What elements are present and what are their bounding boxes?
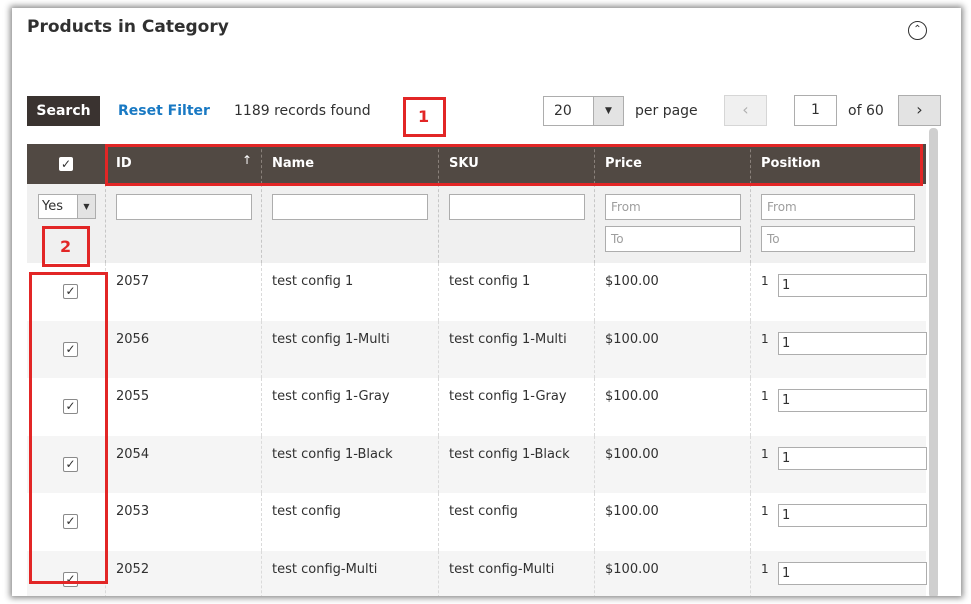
position-input[interactable]: 1 — [778, 446, 927, 470]
per-page-select[interactable]: 20 ▼ — [543, 96, 624, 126]
table-row[interactable]: ✓ 2053 test config test config $100.00 1 1 — [27, 493, 927, 551]
cell-sku: test config 1-Multi — [438, 320, 594, 378]
annotation-box-1-header — [105, 144, 923, 186]
position-wrapper: 11 — [761, 274, 927, 297]
previous-page-button[interactable]: ‹ — [724, 95, 767, 126]
cell-sku: test config-Multi — [438, 550, 594, 596]
products-in-category-panel: Products in Category ⌃ Search Reset Filt… — [12, 8, 961, 596]
position-wrapper: 11 — [761, 504, 927, 527]
cell-name: test config 1-Multi — [261, 320, 438, 378]
position-to-input[interactable]: To — [761, 226, 915, 252]
reset-filter-link[interactable]: Reset Filter — [118, 103, 210, 119]
cell-position: 11 — [750, 378, 927, 436]
price-from-input[interactable]: From — [605, 194, 741, 220]
annotation-box-2-checkboxes — [29, 272, 108, 584]
cell-price: $100.00 — [594, 550, 750, 596]
id-filter-input[interactable] — [116, 194, 252, 220]
cell-id: 2054 — [105, 435, 261, 493]
collapse-icon[interactable]: ⌃ — [908, 21, 927, 40]
table-row[interactable]: ✓ 2057 test config 1 test config 1 $100.00 1 1 — [27, 263, 927, 321]
per-page-value: 20 — [554, 103, 572, 119]
cell-position: 11 — [750, 263, 927, 321]
cell-sku: test config — [438, 493, 594, 551]
filter-cell-name — [261, 184, 438, 263]
cell-name: test config — [261, 493, 438, 551]
chevron-down-icon: ▼ — [77, 195, 95, 218]
position-wrapper: 11 — [761, 331, 927, 355]
cell-position: 11 — [750, 493, 927, 551]
cell-name: test config 1-Gray — [261, 378, 438, 436]
cell-position: 11 — [750, 550, 927, 596]
price-to-input[interactable]: To — [605, 226, 741, 252]
cell-id: 2056 — [105, 320, 261, 378]
annotation-label-2: 2 — [60, 237, 72, 256]
cell-name: test config 1 — [261, 263, 438, 321]
cell-sku: test config 1 — [438, 263, 594, 321]
in-category-filter-select[interactable]: Yes ▼ — [38, 194, 96, 219]
cell-sku: test config 1-Black — [438, 435, 594, 493]
position-label: 1 — [761, 504, 769, 518]
table-row[interactable]: ✓ 2054 test config 1-Black test config 1-Bl… — [27, 435, 927, 493]
cell-price: $100.00 — [594, 493, 750, 551]
table-row[interactable]: ✓ 2055 test config 1-Gray test config 1-Gra… — [27, 378, 927, 436]
position-label: 1 — [761, 446, 769, 461]
cell-id: 2053 — [105, 493, 261, 551]
position-input[interactable]: 1 — [778, 504, 927, 527]
position-label: 1 — [761, 389, 769, 403]
cell-name: test config-Multi — [261, 550, 438, 596]
table-row[interactable]: ✓ 2056 test config 1-Multi test config 1-Mu… — [27, 320, 927, 378]
filter-cell-position: From To — [750, 184, 926, 263]
in-category-filter-value: Yes — [42, 199, 63, 214]
search-button[interactable]: Search — [27, 96, 100, 126]
filter-cell-sku — [438, 184, 594, 263]
cell-id: 2057 — [105, 263, 261, 321]
cell-sku: test config 1-Gray — [438, 378, 594, 436]
filter-cell-price: From To — [594, 184, 750, 263]
cell-id: 2052 — [105, 550, 261, 596]
cell-price: $100.00 — [594, 435, 750, 493]
filter-row: Yes ▼ From To From To — [27, 184, 926, 263]
position-wrapper: 11 — [761, 389, 927, 412]
records-count: 1189 records found — [234, 103, 371, 119]
position-label: 1 — [761, 274, 769, 288]
cell-price: $100.00 — [594, 378, 750, 436]
position-input[interactable]: 1 — [778, 274, 927, 297]
position-input[interactable]: 1 — [778, 331, 927, 355]
cell-id: 2055 — [105, 378, 261, 436]
position-wrapper: 11 — [761, 446, 927, 470]
annotation-label-1: 1 — [418, 107, 430, 126]
sku-filter-input[interactable] — [449, 194, 585, 220]
position-input[interactable]: 1 — [778, 389, 927, 412]
position-label: 1 — [761, 561, 769, 576]
table-row[interactable]: ✓ 2052 test config-Multi test config-Multi $… — [27, 550, 927, 596]
cell-position: 11 — [750, 320, 927, 378]
select-all-checkbox[interactable]: ✓ — [59, 157, 73, 171]
position-label: 1 — [761, 331, 769, 346]
cell-position: 11 — [750, 435, 927, 493]
per-page-label: per page — [635, 103, 698, 119]
total-pages: of 60 — [848, 103, 884, 119]
page-number-input[interactable]: 1 — [794, 95, 837, 126]
filter-cell-id — [105, 184, 261, 263]
chevron-down-icon: ▼ — [593, 97, 623, 125]
cell-price: $100.00 — [594, 263, 750, 321]
scrollbar[interactable] — [929, 128, 938, 596]
next-page-button[interactable]: › — [898, 95, 941, 126]
position-from-input[interactable]: From — [761, 194, 915, 220]
cell-price: $100.00 — [594, 320, 750, 378]
position-wrapper: 11 — [761, 561, 927, 585]
name-filter-input[interactable] — [272, 194, 428, 220]
cell-name: test config 1-Black — [261, 435, 438, 493]
page-title: Products in Category — [27, 17, 229, 37]
position-input[interactable]: 1 — [778, 561, 927, 585]
